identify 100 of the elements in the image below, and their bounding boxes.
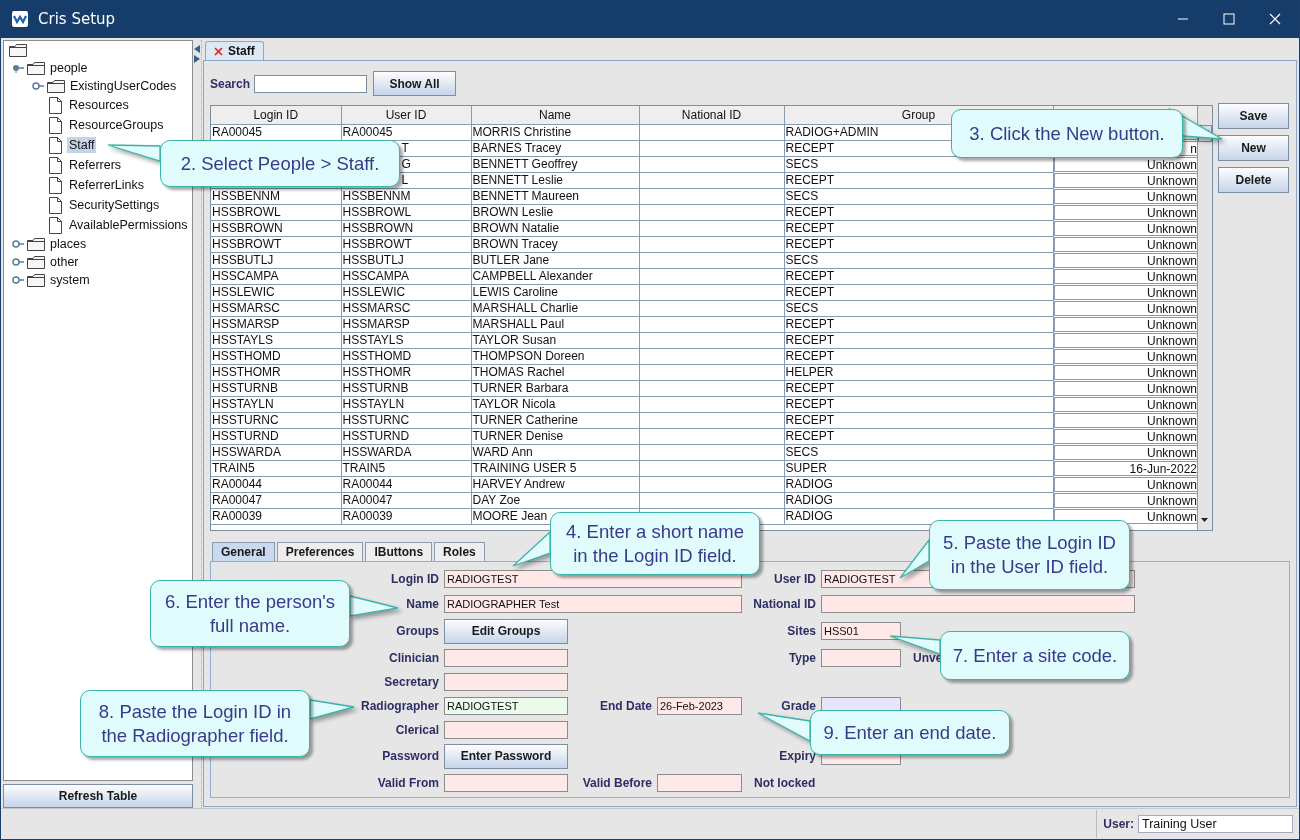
- save-button[interactable]: Save: [1218, 103, 1289, 129]
- maximize-icon[interactable]: [1223, 13, 1235, 25]
- column-header[interactable]: Login ID: [211, 106, 341, 125]
- tree-item[interactable]: Referrers: [67, 157, 124, 173]
- column-header[interactable]: National ID: [639, 106, 784, 125]
- table-cell: RECEPT: [784, 332, 1053, 349]
- text-field[interactable]: [821, 595, 1135, 613]
- tree-item[interactable]: ResourceGroups: [67, 117, 166, 133]
- tree-item[interactable]: places: [48, 236, 89, 252]
- table-cell: HELPER: [784, 364, 1053, 381]
- tree-item[interactable]: system: [48, 272, 92, 288]
- table-cell: RECEPT: [784, 380, 1053, 397]
- table-cell: SECS: [784, 188, 1053, 205]
- text-field[interactable]: [444, 648, 568, 667]
- table-cell: Unknown: [1053, 236, 1197, 252]
- text-field[interactable]: [444, 721, 568, 739]
- table-cell: TRAIN5: [341, 460, 471, 477]
- table-cell: RECEPT: [784, 396, 1053, 413]
- table-cell: Unknown: [1053, 476, 1197, 492]
- tooltip-pointer: [889, 635, 941, 655]
- table-cell: RECEPT: [784, 236, 1053, 253]
- tooltip-pointer: [757, 712, 811, 742]
- right-arrow-icon: [194, 55, 200, 63]
- table-cell: HSSBENNM: [341, 188, 471, 205]
- expand-handle-icon[interactable]: [32, 81, 44, 91]
- table-cell: Unknown: [1053, 220, 1197, 236]
- tab[interactable]: Preferences: [276, 542, 364, 562]
- tooltip-pointer: [107, 144, 161, 162]
- table-cell: MARSHALL Charlie: [471, 300, 639, 317]
- table-cell: RECEPT: [784, 316, 1053, 333]
- field-label: Radiographer: [361, 699, 440, 713]
- table-cell: RECEPT: [784, 284, 1053, 301]
- tree-item[interactable]: people: [48, 60, 90, 76]
- field-label: Clerical: [395, 723, 440, 737]
- text-field[interactable]: [444, 673, 568, 691]
- text-field[interactable]: [657, 774, 742, 792]
- table-cell: BUTLER Jane: [471, 252, 639, 269]
- table-cell: HSSTURND: [341, 428, 471, 445]
- table-cell: HSSTAYLS: [341, 332, 471, 349]
- tree-item[interactable]: Staff: [67, 137, 97, 153]
- text-field[interactable]: [444, 774, 568, 792]
- text-field[interactable]: HSS01: [821, 622, 901, 640]
- text-field[interactable]: [821, 648, 901, 667]
- expand-handle-icon[interactable]: [12, 275, 24, 285]
- field-label: Valid From: [377, 776, 440, 790]
- field-label: Grade: [781, 699, 817, 713]
- refresh-button[interactable]: Refresh Table: [3, 784, 193, 808]
- show-all-button[interactable]: Show All: [373, 71, 457, 96]
- delete-button[interactable]: Delete: [1218, 167, 1289, 193]
- table-cell: Unknown: [1053, 300, 1197, 316]
- table-cell: HSSBROWN: [341, 220, 471, 237]
- table-cell: HSSTHOMR: [341, 364, 471, 381]
- table-cell: HSSTURND: [211, 428, 341, 445]
- field-label: Login ID: [391, 572, 440, 586]
- new-button[interactable]: New: [1218, 135, 1289, 161]
- table-cell: Unknown: [1053, 428, 1197, 444]
- table-cell: HSSBROWL: [211, 204, 341, 221]
- tree-item[interactable]: Resources: [67, 97, 131, 113]
- field-label: Valid Before: [582, 776, 653, 790]
- expand-handle-icon[interactable]: [12, 257, 24, 267]
- table-cell: HSSTHOMD: [341, 348, 471, 365]
- table-cell: CAMPBELL Alexander: [471, 268, 639, 285]
- field-label: Type: [788, 650, 817, 665]
- tab[interactable]: General: [212, 542, 275, 562]
- text-field[interactable]: RADIOGTEST: [444, 697, 568, 715]
- table-cell: Unknown: [1053, 412, 1197, 428]
- text-field[interactable]: RADIOGRAPHER Test: [444, 595, 742, 613]
- status-text: Not locked: [754, 776, 816, 790]
- page-icon: [49, 196, 62, 214]
- column-header[interactable]: User ID: [341, 106, 471, 125]
- folder-icon: [9, 43, 27, 57]
- collapse-handle-icon[interactable]: [12, 63, 24, 73]
- tree-item[interactable]: ReferrerLinks: [67, 177, 147, 193]
- form-button[interactable]: Edit Groups: [444, 618, 568, 644]
- table-cell: DAY Zoe: [471, 492, 639, 509]
- tab[interactable]: Roles: [434, 542, 485, 562]
- form-button[interactable]: Enter Password: [444, 743, 568, 769]
- text-field[interactable]: 26-Feb-2023: [657, 697, 742, 715]
- window-title: Cris Setup: [38, 10, 116, 28]
- table-cell: HSSWARDA: [341, 444, 471, 461]
- search-field[interactable]: [254, 74, 368, 93]
- tree-item[interactable]: SecuritySettings: [67, 197, 162, 213]
- table-cell: THOMAS Rachel: [471, 364, 639, 381]
- page-icon: [49, 176, 62, 194]
- table-cell: Unknown: [1053, 268, 1197, 284]
- tree-item[interactable]: other: [48, 254, 81, 270]
- table-cell: RA00047: [211, 492, 341, 509]
- table-cell: HSSTHOMR: [211, 364, 341, 381]
- table-cell: HSSMARSC: [211, 300, 341, 317]
- tab[interactable]: Staff: [205, 41, 264, 60]
- table-cell: HSSBROWT: [341, 236, 471, 253]
- table-cell: BROWN Natalie: [471, 220, 639, 237]
- table-cell: RECEPT: [784, 428, 1053, 445]
- column-header[interactable]: Name: [471, 106, 639, 125]
- expand-handle-icon[interactable]: [12, 239, 24, 249]
- tree-item[interactable]: ExistingUserCodes: [68, 78, 179, 94]
- tab[interactable]: IButtons: [365, 542, 433, 562]
- tree-item[interactable]: AvailablePermissions: [67, 217, 190, 233]
- table-cell: SUPER: [784, 460, 1053, 477]
- table-cell: Unknown: [1053, 252, 1197, 268]
